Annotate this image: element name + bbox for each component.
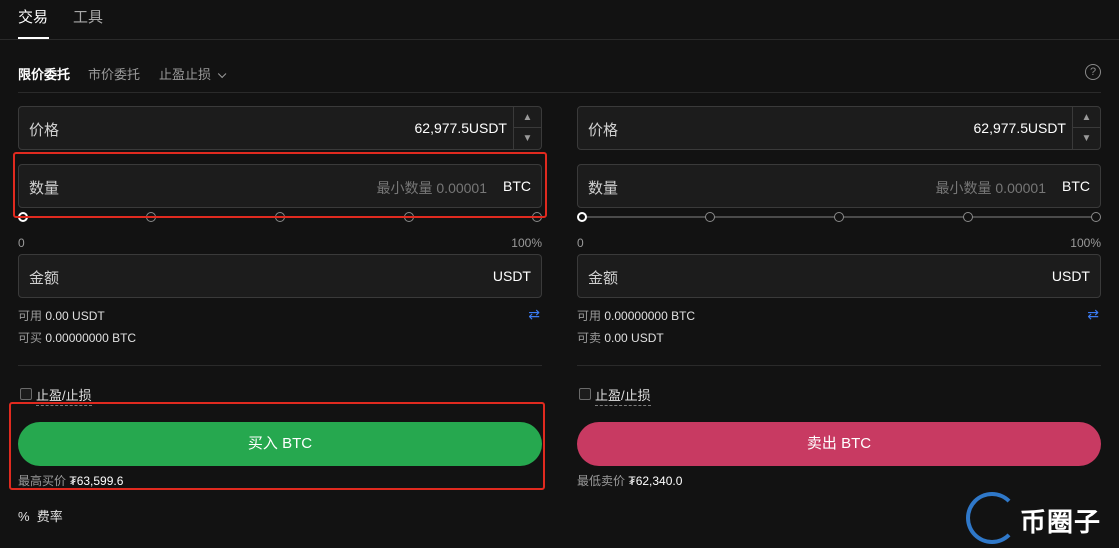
max-buy-label: 可买 — [18, 331, 43, 345]
logo-ring-icon — [966, 492, 1018, 544]
amount-label: 金额 — [29, 270, 60, 287]
tpsl-checkbox[interactable] — [579, 388, 591, 400]
watermark-logo: 币圈子 — [966, 490, 1116, 546]
panel-divider — [18, 365, 542, 366]
fee-rate-link[interactable]: % 费率 — [18, 506, 63, 525]
available-value: 0.00 USDT — [45, 309, 105, 323]
slider-max-label: 100% — [511, 236, 542, 250]
slider-stop-25[interactable] — [705, 212, 715, 222]
sell-quantity-field[interactable]: 数量 最小数量 0.00001 BTC — [577, 164, 1101, 208]
price-value: 62,977.5 — [973, 120, 1029, 136]
sell-panel: 价格 62,977.5 USDT ▲ ▼ 数量 最小数量 0.00001 BTC… — [577, 0, 1101, 548]
slider-min-label: 0 — [577, 236, 584, 250]
slider-stop-75[interactable] — [963, 212, 973, 222]
chevron-down-icon[interactable]: ▼ — [514, 128, 541, 149]
annotation-box-quantity — [13, 152, 547, 218]
quantity-placeholder: 最小数量 0.00001 — [935, 180, 1047, 196]
sell-amount-field[interactable]: 金额 USDT — [577, 254, 1101, 298]
swap-icon[interactable]: ⇄ — [1087, 306, 1099, 323]
max-sell-label: 可卖 — [577, 331, 602, 345]
tpsl-label[interactable]: 止盈/止损 — [595, 385, 651, 406]
slider-min-label: 0 — [18, 236, 25, 250]
quantity-label: 数量 — [588, 180, 619, 197]
percent-icon: % — [18, 509, 30, 524]
available-label: 可用 — [18, 309, 43, 323]
max-sell-value: 0.00 USDT — [604, 331, 664, 345]
panel-divider — [577, 365, 1101, 366]
buy-amount-field[interactable]: 金额 USDT — [18, 254, 542, 298]
swap-icon[interactable]: ⇄ — [528, 306, 540, 323]
fee-label: 费率 — [36, 509, 63, 524]
amount-unit: USDT — [1051, 268, 1090, 284]
buy-price-field[interactable]: 价格 62,977.5 USDT ▲ ▼ — [18, 106, 542, 150]
available-balance: 可用 0.00 USDT — [18, 307, 105, 324]
price-stepper[interactable]: ▲ ▼ — [1072, 107, 1100, 149]
best-price-label: 最低卖价 — [577, 474, 626, 488]
available-balance: 可用 0.00000000 BTC — [577, 307, 695, 324]
chevron-up-icon[interactable]: ▲ — [1073, 107, 1100, 128]
best-price-value: ₮62,340.0 — [628, 474, 683, 488]
price-label: 价格 — [588, 122, 619, 139]
amount-label: 金额 — [588, 270, 619, 287]
slider-stop-0[interactable] — [577, 212, 587, 222]
max-buy-value: 0.00000000 BTC — [45, 331, 137, 345]
price-stepper[interactable]: ▲ ▼ — [513, 107, 541, 149]
price-value: 62,977.5 — [414, 120, 470, 136]
max-sell: 可卖 0.00 USDT — [577, 329, 664, 346]
sell-price-field[interactable]: 价格 62,977.5 USDT ▲ ▼ — [577, 106, 1101, 150]
amount-unit: USDT — [492, 268, 531, 284]
price-unit: USDT — [468, 120, 507, 136]
max-buy: 可买 0.00000000 BTC — [18, 329, 136, 346]
chevron-down-icon[interactable]: ▼ — [1073, 128, 1100, 149]
price-label: 价格 — [29, 122, 60, 139]
slider-stop-50[interactable] — [834, 212, 844, 222]
available-label: 可用 — [577, 309, 602, 323]
sell-quantity-slider[interactable] — [577, 210, 1101, 224]
lowest-sell-price: 最低卖价 ₮62,340.0 — [577, 472, 682, 489]
chevron-up-icon[interactable]: ▲ — [514, 107, 541, 128]
tpsl-checkbox[interactable] — [20, 388, 32, 400]
available-value: 0.00000000 BTC — [604, 309, 696, 323]
slider-stop-100[interactable] — [1091, 212, 1101, 222]
annotation-box-buy — [9, 402, 545, 490]
sell-btc-button[interactable]: 卖出 BTC — [577, 422, 1101, 466]
price-unit: USDT — [1027, 120, 1066, 136]
slider-max-label: 100% — [1070, 236, 1101, 250]
quantity-unit: BTC — [1062, 178, 1090, 194]
watermark-text: 币圈子 — [1020, 507, 1102, 537]
quantity-placeholder-wrap: 最小数量 0.00001 — [936, 178, 1055, 198]
